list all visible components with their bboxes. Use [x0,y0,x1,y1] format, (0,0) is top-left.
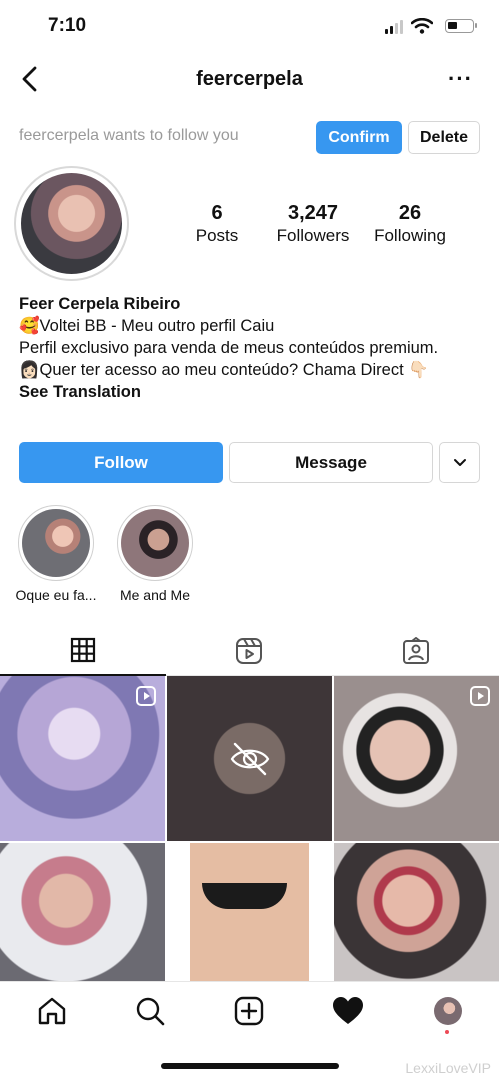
profile-header: feercerpela ··· [0,58,499,102]
following-count: 26 [398,202,422,224]
home-indicator [161,1063,339,1069]
followers-stat[interactable]: 3,247 Followers [254,202,372,246]
profile-actions: Follow Message [19,442,480,483]
activity-heart-icon [333,997,363,1024]
status-time: 7:10 [48,15,87,36]
posts-stat[interactable]: 6 Posts [180,202,254,246]
following-label: Following [374,226,446,245]
nav-home[interactable] [35,994,69,1028]
nav-new-post[interactable] [232,994,266,1028]
highlight-ring [18,505,94,581]
profile-bio: Feer Cerpela Ribeiro 🥰Voltei BB - Meu ou… [19,293,489,403]
reels-icon [236,638,262,664]
grid-post[interactable] [0,676,165,841]
notification-dot [445,1030,449,1034]
tab-reels[interactable] [166,626,332,676]
posts-grid [0,676,499,981]
followers-count: 3,247 [287,202,339,224]
new-post-icon [234,996,264,1026]
story-highlight[interactable]: Me and Me [110,505,200,603]
story-highlight[interactable]: Oque eu fa... [11,505,101,603]
wifi-icon [411,18,433,34]
reel-badge-icon [136,686,156,706]
follow-button[interactable]: Follow [19,442,223,483]
delete-button[interactable]: Delete [408,121,480,154]
highlight-label: Me and Me [119,587,191,603]
message-button[interactable]: Message [229,442,433,483]
grid-post[interactable] [167,676,332,841]
search-icon [136,997,165,1026]
grid-post[interactable] [334,843,499,981]
followers-label: Followers [276,226,350,245]
watermark: LexxiLoveVIP [405,1060,491,1076]
bio-line: Perfil exclusivo para venda de meus cont… [19,339,439,357]
following-stat[interactable]: 26 Following [372,202,448,246]
nav-profile[interactable] [431,994,465,1028]
confirm-button[interactable]: Confirm [316,121,402,154]
follow-request-text: feercerpela wants to follow you [19,127,239,144]
highlight-cover [22,509,90,577]
tab-posts-grid[interactable] [0,626,166,676]
highlight-ring [117,505,193,581]
grid-icon [70,637,96,663]
home-icon [38,997,66,1025]
suggested-accounts-button[interactable] [439,442,480,483]
profile-tabs [0,626,499,676]
chevron-down-icon [453,458,466,466]
see-translation-link[interactable]: See Translation [19,381,489,403]
battery-icon [445,19,477,33]
profile-avatar [21,173,122,274]
posts-label: Posts [195,226,239,245]
nav-activity[interactable] [331,994,365,1028]
hidden-content-icon [230,742,270,776]
posts-count: 6 [211,202,223,224]
status-bar: 7:10 [0,0,499,50]
reel-badge-icon [470,686,490,706]
profile-username: feercerpela [196,68,303,90]
grid-post[interactable] [167,843,332,981]
display-name: Feer Cerpela Ribeiro [19,295,181,313]
grid-post[interactable] [334,676,499,841]
post-image-detail [202,883,287,909]
tab-tagged[interactable] [333,626,499,676]
bio-line: 🥰Voltei BB - Meu outro perfil Caiu [19,317,275,335]
follow-request-banner: feercerpela wants to follow you Confirm … [0,120,499,156]
bio-line: 👩🏻Quer ter acesso ao meu conteúdo? Chama… [19,361,429,379]
profile-avatar-ring[interactable] [14,166,129,281]
highlight-cover [121,509,189,577]
profile-stats: 6 Posts 3,247 Followers 26 Following [180,202,470,246]
highlight-label: Oque eu fa... [15,587,97,603]
profile-avatar [434,997,462,1025]
cellular-signal-icon [385,20,403,34]
grid-post[interactable] [0,843,165,981]
more-options-icon[interactable]: ··· [448,66,473,92]
bottom-navigation [0,981,499,1039]
nav-search[interactable] [133,994,167,1028]
tagged-icon [403,637,429,664]
